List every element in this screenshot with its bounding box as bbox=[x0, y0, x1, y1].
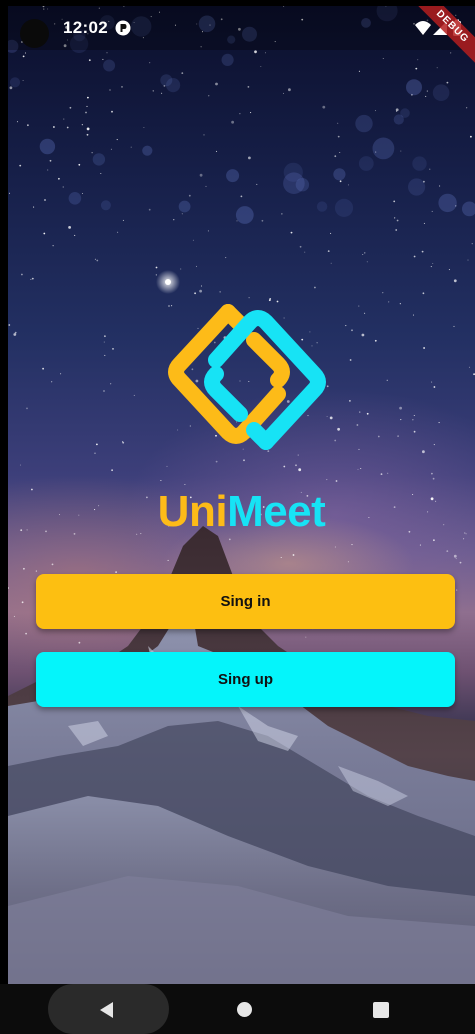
recents-square-icon[interactable] bbox=[373, 1002, 389, 1018]
circle-notification-icon bbox=[115, 20, 131, 36]
camera-cutout bbox=[20, 19, 49, 48]
interlocked-diamonds-logo bbox=[168, 304, 326, 450]
status-time: 12:02 bbox=[63, 18, 108, 37]
sign-up-button[interactable]: Sing up bbox=[36, 652, 455, 707]
app-frame: 12:02 DEBUG UniMeet Sing in Sing up bbox=[8, 6, 475, 984]
status-bar: 12:02 bbox=[8, 6, 475, 50]
back-triangle-icon[interactable] bbox=[98, 1001, 116, 1019]
system-navigation-bar bbox=[0, 984, 475, 1034]
sign-in-button[interactable]: Sing in bbox=[36, 574, 455, 629]
phone-screen: 12:02 DEBUG UniMeet Sing in Sing up bbox=[0, 0, 475, 1034]
home-circle-icon[interactable] bbox=[237, 1002, 252, 1017]
app-title: UniMeet bbox=[8, 484, 475, 540]
app-title-meet: Meet bbox=[227, 487, 326, 536]
wifi-icon bbox=[415, 21, 431, 35]
app-title-uni: Uni bbox=[157, 487, 228, 536]
